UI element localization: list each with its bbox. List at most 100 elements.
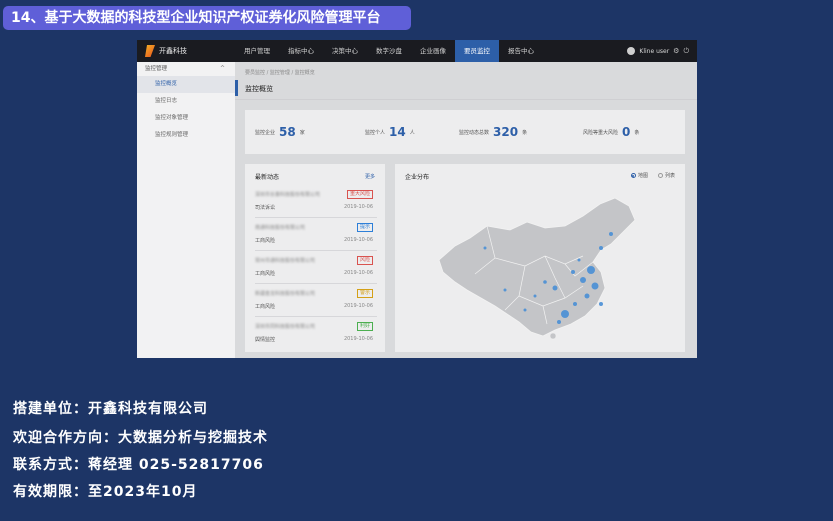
news-type: 舆情监控 xyxy=(255,337,276,343)
logo: 开鑫科技 xyxy=(145,45,187,57)
sidebar-item-rules[interactable]: 监控规则管理 xyxy=(137,127,235,144)
user-area: Kline user ⚙ ⏻ xyxy=(627,40,689,62)
nav-item-indicator-center[interactable]: 指标中心 xyxy=(279,40,323,62)
news-company: 新疆金龙科技股份有限公司 xyxy=(255,291,316,296)
news-type: 司法诉讼 xyxy=(255,205,276,211)
news-date: 2019-10-06 xyxy=(343,204,373,210)
platform-screenshot: 开鑫科技 用户管理 指标中心 决策中心 数字沙盘 企业画像 要员监控 报告中心 … xyxy=(137,40,697,358)
china-map[interactable] xyxy=(415,186,675,348)
logo-text: 开鑫科技 xyxy=(159,47,187,55)
nav-item-decision-center[interactable]: 决策中心 xyxy=(323,40,367,62)
list-item[interactable]: 新疆金龙科技股份有限公司 警示 工商风险 2019-10-06 xyxy=(255,287,377,317)
sidebar-group[interactable]: 监控管理 ^ xyxy=(137,62,235,76)
stat-label: 监控企业 xyxy=(255,129,276,136)
map-dot xyxy=(503,288,507,292)
stat-value: 58 xyxy=(279,125,296,139)
settings-icon[interactable]: ⚙ xyxy=(673,47,679,55)
stat-individuals: 监控个人 14 人 xyxy=(365,110,415,154)
main-content: 要员监控 / 监控管理 / 监控概览 监控概览 监控企业 58 家 监控个人 1… xyxy=(235,62,697,358)
list-item[interactable]: 常州市通科技股份有限公司 风险 工商风险 2019-10-06 xyxy=(255,254,377,284)
logo-mark-icon xyxy=(145,45,155,57)
news-company: 常州市通科技股份有限公司 xyxy=(255,258,316,263)
map-dot xyxy=(571,270,575,274)
enterprise-distribution-card: 企业分布 地图 列表 xyxy=(395,164,685,352)
main-nav: 用户管理 指标中心 决策中心 数字沙盘 企业画像 要员监控 报告中心 xyxy=(235,40,543,62)
page-title-badge: 14、基于大数据的科技型企业知识产权证券化风险管理平台 xyxy=(3,6,411,30)
stat-unit: 家 xyxy=(299,129,305,136)
map-dot xyxy=(543,280,547,284)
news-date: 2019-10-06 xyxy=(343,270,373,276)
news-type: 工商风险 xyxy=(255,271,276,277)
news-company: 深圳市同科技股份有限公司 xyxy=(255,324,316,329)
list-item[interactable]: 南通科技股份有限公司 提示 工商风险 2019-10-06 xyxy=(255,221,377,251)
chevron-up-icon[interactable]: ^ xyxy=(220,62,225,76)
stat-major-risk: 风险等重大风险 0 条 xyxy=(583,110,639,154)
map-dot xyxy=(584,293,590,299)
map-dot xyxy=(609,232,613,236)
news-company: 深圳市长泰科技股份有限公司 xyxy=(255,192,321,197)
breadcrumb[interactable]: 要员监控 / 监控管理 / 监控概览 xyxy=(245,69,315,76)
info-direction: 欢迎合作方向：大数据分析与挖掘技术 xyxy=(13,430,268,446)
sidebar-group-label: 监控管理 xyxy=(145,66,168,72)
stat-events: 监控动态总数 320 条 xyxy=(459,110,527,154)
news-type: 工商风险 xyxy=(255,238,276,244)
news-date: 2019-10-06 xyxy=(343,303,373,309)
map-dot xyxy=(483,246,487,250)
sidebar-item-overview[interactable]: 监控概览 xyxy=(137,76,235,93)
stat-unit: 条 xyxy=(522,129,528,136)
map-dot xyxy=(599,302,603,306)
stat-value: 14 xyxy=(389,125,406,139)
map-dot xyxy=(587,266,595,274)
status-badge: 风险 xyxy=(356,256,373,265)
power-icon[interactable]: ⏻ xyxy=(683,47,689,56)
stat-label: 监控动态总数 xyxy=(459,129,490,136)
content-title: 监控概览 xyxy=(245,85,273,93)
radio-selected-icon[interactable] xyxy=(630,173,636,178)
sidebar: 监控管理 ^ 监控概览 监控日志 监控对象管理 监控规则管理 xyxy=(137,62,235,358)
nav-item-user-management[interactable]: 用户管理 xyxy=(235,40,279,62)
stat-label: 风险等重大风险 xyxy=(583,129,619,136)
list-item[interactable]: 深圳市长泰科技股份有限公司 重大风险 司法诉讼 2019-10-06 xyxy=(255,188,377,218)
map-dot xyxy=(557,320,561,324)
info-valid: 有效期限：至2023年10月 xyxy=(13,484,198,500)
stat-unit: 条 xyxy=(634,129,640,136)
status-badge: 利好 xyxy=(356,322,373,331)
stat-value: 0 xyxy=(622,125,631,139)
map-dot xyxy=(533,294,537,298)
map-land xyxy=(438,197,636,337)
news-date: 2019-10-06 xyxy=(343,336,373,342)
nav-item-enterprise-profile[interactable]: 企业画像 xyxy=(411,40,455,62)
news-date: 2019-10-06 xyxy=(343,237,373,243)
list-item[interactable]: 深圳市同科技股份有限公司 利好 舆情监控 2019-10-06 xyxy=(255,320,377,350)
map-dot xyxy=(523,308,527,312)
more-link[interactable]: 更多 xyxy=(365,173,375,180)
radio-map[interactable]: 地图 xyxy=(630,172,648,179)
map-dot xyxy=(591,282,599,290)
radio-label: 地图 xyxy=(637,173,648,179)
user-name[interactable]: Kline user xyxy=(639,48,669,55)
top-navbar: 开鑫科技 用户管理 指标中心 决策中心 数字沙盘 企业画像 要员监控 报告中心 … xyxy=(137,40,697,62)
map-dot xyxy=(552,285,558,291)
info-contact: 联系方式：蒋经理 025-52817706 xyxy=(13,457,264,473)
nav-item-monitoring[interactable]: 要员监控 xyxy=(455,40,499,62)
info-org: 搭建单位：开鑫科技有限公司 xyxy=(13,401,208,417)
nav-item-report-center[interactable]: 报告中心 xyxy=(499,40,543,62)
stat-label: 监控个人 xyxy=(365,129,386,136)
avatar[interactable] xyxy=(627,47,636,55)
status-badge: 提示 xyxy=(356,223,373,232)
radio-list[interactable]: 列表 xyxy=(657,172,675,179)
nav-item-digital-sandbox[interactable]: 数字沙盘 xyxy=(367,40,411,62)
news-title: 最新动态 xyxy=(255,174,280,181)
sidebar-item-log[interactable]: 监控日志 xyxy=(137,93,235,110)
sidebar-item-objects[interactable]: 监控对象管理 xyxy=(137,110,235,127)
stat-enterprises: 监控企业 58 家 xyxy=(255,110,305,154)
map-dot xyxy=(577,258,581,262)
map-title: 企业分布 xyxy=(405,174,430,181)
radio-label: 列表 xyxy=(664,173,675,179)
map-dot xyxy=(561,310,569,318)
divider xyxy=(235,99,697,100)
radio-unselected-icon[interactable] xyxy=(657,173,663,178)
stat-unit: 人 xyxy=(409,129,415,136)
map-dot xyxy=(580,277,586,283)
map-dot xyxy=(573,302,577,306)
